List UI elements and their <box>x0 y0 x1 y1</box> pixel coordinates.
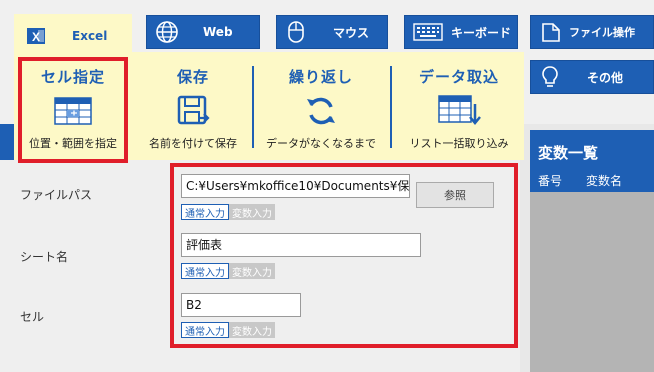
column-header-number: 番号 <box>538 174 563 188</box>
menu-separator <box>390 66 392 148</box>
loop-icon <box>303 93 339 129</box>
menu-item-import[interactable]: データ取込 リスト一括取り込み <box>394 52 524 160</box>
tab-other[interactable]: その他 <box>530 60 654 94</box>
lightbulb-icon <box>541 65 559 89</box>
variable-list-title: 変数一覧 <box>538 144 599 162</box>
variable-list-panel: 変数一覧 番号 変数名 <box>530 130 654 372</box>
menu-item-loop-label: データがなくなるまで <box>266 137 376 150</box>
menu-separator <box>252 66 254 148</box>
filepath-label: ファイルパス <box>20 188 93 202</box>
globe-icon <box>155 20 179 44</box>
keyboard-icon <box>413 22 443 42</box>
table-import-icon <box>437 93 481 129</box>
mouse-icon <box>287 20 305 44</box>
menu-item-loop-title: 繰り返し <box>288 68 353 86</box>
tab-keyboard[interactable]: キーボード <box>404 15 518 49</box>
variable-list-header: 変数一覧 番号 変数名 <box>530 130 654 192</box>
file-icon <box>539 20 563 44</box>
excel-icon: X <box>26 26 46 46</box>
menu-item-import-label: リスト一括取り込み <box>409 137 509 150</box>
tab-mouse[interactable]: マウス <box>276 15 388 49</box>
tab-mouse-label: マウス <box>333 25 370 40</box>
tab-keyboard-label: キーボード <box>451 25 512 40</box>
tab-excel-label: Excel <box>72 29 108 43</box>
panel-tab-strip <box>0 124 14 160</box>
save-icon <box>176 93 210 129</box>
menu-item-highlight-box <box>18 57 128 163</box>
tab-file-label: ファイル操作 <box>569 26 635 39</box>
column-header-name: 変数名 <box>586 174 623 188</box>
sheet-label: シート名 <box>20 250 69 264</box>
tab-web-label: Web <box>203 25 233 39</box>
tab-web[interactable]: Web <box>146 15 260 49</box>
menu-item-import-title: データ取込 <box>418 68 499 86</box>
menu-item-save-title: 保存 <box>176 68 209 86</box>
cell-label: セル <box>20 310 45 324</box>
menu-item-loop[interactable]: 繰り返し データがなくなるまで <box>256 52 386 160</box>
tab-file[interactable]: ファイル操作 <box>530 15 654 49</box>
menu-item-save[interactable]: 保存 名前を付けて保存 <box>134 52 252 160</box>
menu-item-save-label: 名前を付けて保存 <box>149 137 237 150</box>
form-highlight-box <box>170 163 518 348</box>
tab-other-label: その他 <box>587 70 624 85</box>
